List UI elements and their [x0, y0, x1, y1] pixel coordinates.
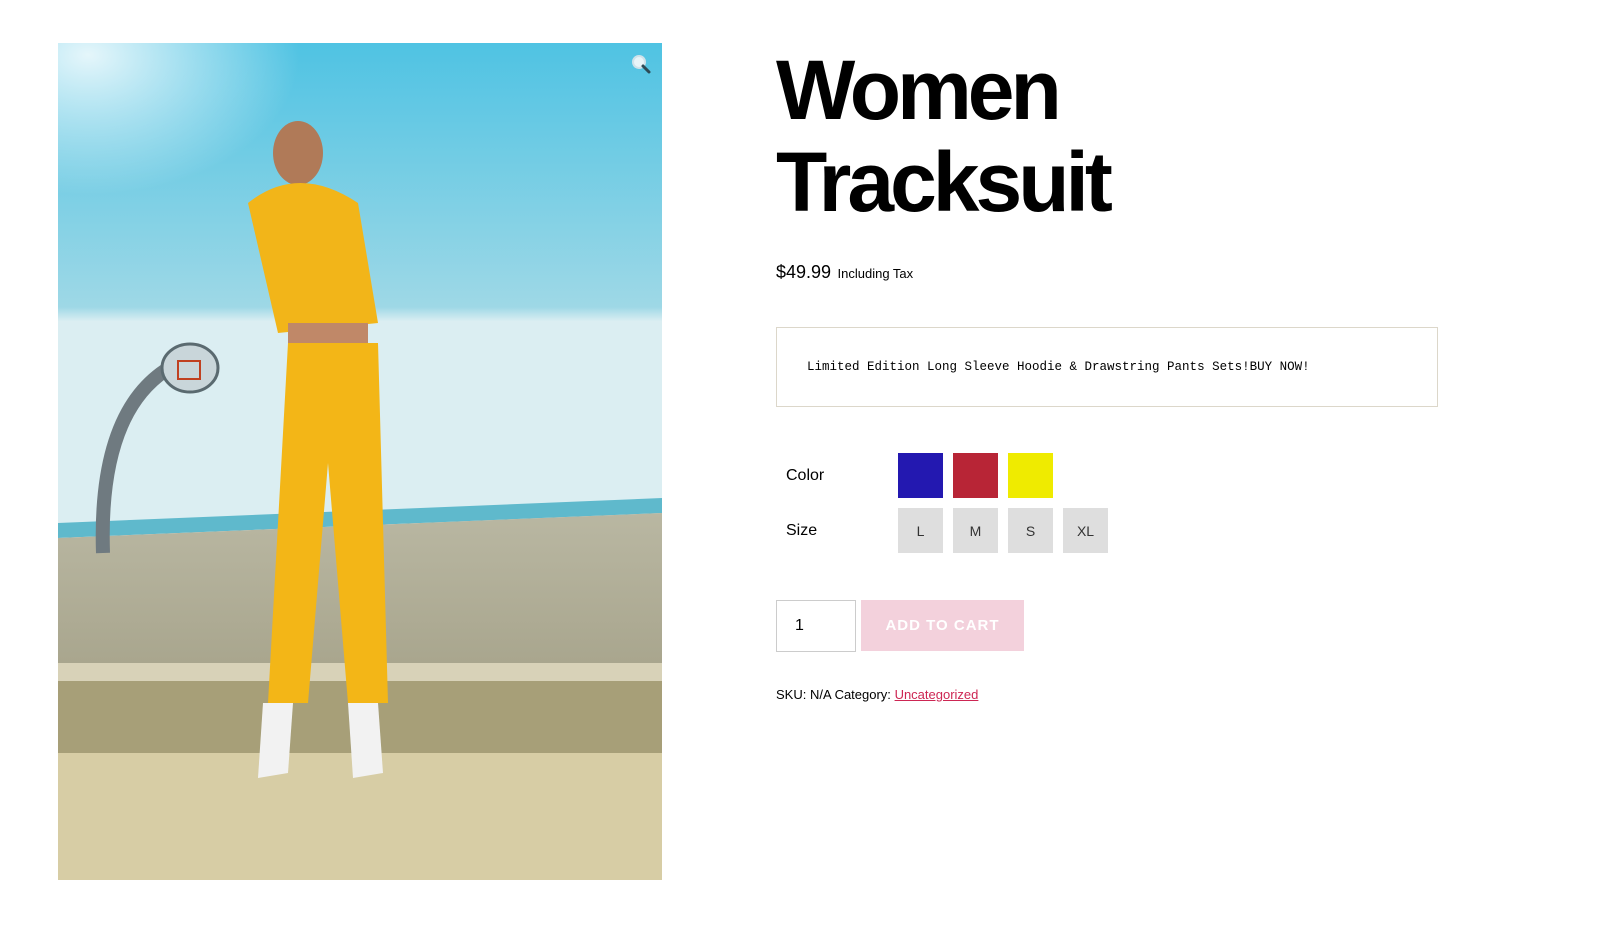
short-description-text: Limited Edition Long Sleeve Hoodie & Dra…: [807, 360, 1310, 374]
magnifier-icon: [632, 55, 651, 74]
title-line-1: Women: [776, 43, 1062, 137]
size-option-l[interactable]: L: [898, 508, 943, 553]
add-to-cart-button[interactable]: ADD TO CART: [861, 600, 1024, 651]
title-line-2: Tracksuit: [776, 135, 1113, 229]
product-image-gallery[interactable]: [58, 43, 662, 880]
quantity-input[interactable]: [776, 600, 856, 652]
size-label: Size: [786, 521, 818, 539]
price: $49.99: [776, 262, 832, 282]
sku-value: N/A: [809, 687, 831, 702]
color-swatch-yellow[interactable]: [1008, 453, 1053, 498]
color-swatch-blue[interactable]: [898, 453, 943, 498]
price-suffix: Including Tax: [837, 266, 914, 281]
product-title: Women Tracksuit: [776, 43, 1113, 229]
size-option-s[interactable]: S: [1008, 508, 1053, 553]
size-option-xl[interactable]: XL: [1063, 508, 1108, 553]
product-image: [58, 43, 662, 880]
category-label: Category:: [834, 687, 891, 702]
sku-label: SKU:: [776, 687, 807, 702]
product-meta: SKU: N/A Category: Uncategorized: [776, 687, 978, 702]
size-variation-row: Size L M S XL: [776, 508, 1118, 553]
size-option-m[interactable]: M: [953, 508, 998, 553]
zoom-image-button[interactable]: [630, 53, 652, 75]
color-swatch-red[interactable]: [953, 453, 998, 498]
short-description: Limited Edition Long Sleeve Hoodie & Dra…: [776, 327, 1438, 407]
color-variation-row: Color: [776, 453, 1063, 498]
color-label: Color: [786, 466, 825, 484]
category-link[interactable]: Uncategorized: [895, 687, 979, 702]
price-row: $49.99 Including Tax: [776, 262, 913, 283]
